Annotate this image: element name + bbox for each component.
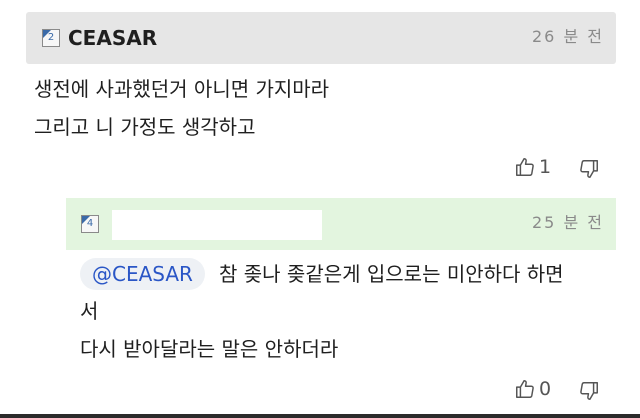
comment-username[interactable]: CEASAR (68, 26, 157, 50)
reply-body-line-1: 참 좆나 좆같은게 입으로는 미안하다 하면 (219, 262, 564, 286)
comment-dislike-button[interactable] (578, 158, 600, 180)
comment-like-button[interactable]: 1 (514, 156, 551, 178)
thumbs-down-icon (580, 160, 598, 178)
comment-body-line-1: 생전에 사과했던거 아니면 가지마라 (34, 77, 330, 101)
reply-dislike-button[interactable] (578, 380, 600, 402)
reply-username-redacted (112, 210, 322, 240)
comment-timestamp: 26 분 전 (532, 27, 604, 46)
reply-timestamp: 25 분 전 (532, 213, 604, 232)
reply-level-badge-icon: 4 (81, 215, 99, 233)
reply-body-line-2: 서 (80, 299, 99, 323)
reply-like-count: 0 (539, 378, 552, 400)
level-badge-icon: 2 (42, 29, 60, 47)
reply-like-button[interactable]: 0 (514, 378, 551, 400)
reply-level-badge-number: 4 (86, 218, 94, 229)
comment-body-line-2: 그리고 니 가정도 생각하고 (34, 115, 256, 139)
thumbs-down-icon (580, 382, 598, 400)
level-badge-number: 2 (47, 32, 55, 43)
bottom-divider (0, 414, 640, 418)
reply-mention-link[interactable]: @CEASAR (80, 258, 205, 290)
thumbs-up-icon (516, 158, 534, 176)
comment-like-count: 1 (539, 156, 552, 178)
reply-body-line-3: 다시 받아달라는 말은 안하더라 (80, 337, 339, 361)
thumbs-up-icon (516, 380, 534, 398)
